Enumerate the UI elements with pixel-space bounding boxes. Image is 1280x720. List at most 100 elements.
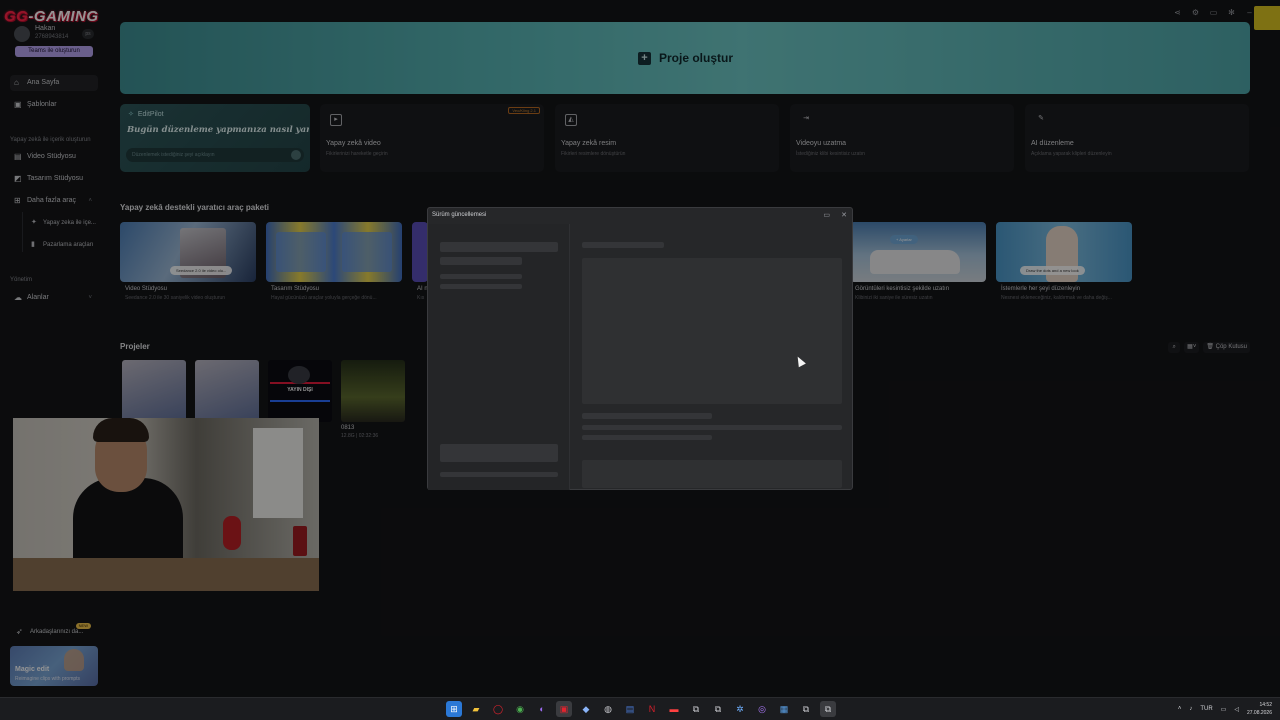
kit-desc: Nesnesi ekleneceğiniz, kaldırmak ve daha… — [1001, 295, 1112, 301]
netflix-icon[interactable]: N — [644, 701, 660, 717]
avatar[interactable] — [14, 26, 30, 42]
editpilot-heading: Bugün düzenleme yapmanıza nasıl yardım — [127, 125, 309, 135]
video-icon: ▸ — [330, 114, 342, 126]
docs-icon[interactable]: ▤ — [622, 701, 638, 717]
opera-icon[interactable]: ◯ — [490, 701, 506, 717]
sidebar-item-label: Şablonlar — [27, 101, 57, 108]
steam-icon[interactable]: ◆ — [578, 701, 594, 717]
chevron-up-icon[interactable]: ˄ — [1178, 706, 1182, 712]
volume-icon[interactable]: ◁ — [1234, 706, 1239, 713]
gear-icon[interactable]: ✻ — [1227, 7, 1236, 19]
share-icon[interactable]: ⋖ — [1173, 7, 1182, 19]
settings-icon[interactable]: ✲ — [732, 701, 748, 717]
tool-card-ai-image[interactable]: ◭ Yapay zekâ resim Fikirleri resimlere d… — [555, 104, 779, 172]
sidebar-item-video-studio[interactable]: ▤ Video Stüdyosu — [10, 149, 98, 165]
kit-card-video-studio[interactable]: Seedance 2.0 ile video olu... Video Stüd… — [120, 222, 256, 308]
trash-button[interactable]: 🗑 Çöp Kutusu — [1203, 341, 1250, 353]
photos-icon[interactable]: ▦ — [776, 701, 792, 717]
desk-art — [13, 558, 319, 591]
search-icon[interactable]: ⌕ — [1168, 341, 1181, 353]
user-profile[interactable]: Hakan 2768943814 ps — [14, 24, 94, 42]
poster-art — [276, 232, 326, 272]
app-icon[interactable]: ▣ — [556, 701, 572, 717]
sidebar-item-spaces[interactable]: ☁ Alanlar ˅ — [10, 290, 98, 306]
capcut-icon[interactable]: ⧉ — [710, 701, 726, 717]
sidebar-item-home[interactable]: ⌂ Ana Sayfa — [10, 75, 98, 91]
maximize-icon[interactable]: ▭ — [823, 211, 830, 219]
network-icon[interactable]: ▭ — [1221, 706, 1227, 713]
user-badge: ps — [82, 29, 94, 39]
tool-card-extend-video[interactable]: ⇥ Videoyu uzatma İstediğiniz klibi kesin… — [790, 104, 1014, 172]
capcut-icon[interactable]: ⧉ — [798, 701, 814, 717]
sidebar-subitem-ai[interactable]: ✦ Yapay zeka ile içe... — [30, 216, 102, 230]
sidebar-item-design-studio[interactable]: ◩ Tasarım Stüdyosu — [10, 171, 98, 187]
tool-card-ai-edit[interactable]: ✎ AI düzenleme Açıklama yaparak klipleri… — [1025, 104, 1249, 172]
tool-card-ai-video[interactable]: ▸ Veo/Kling 2.1 Yapay zekâ video Fikirle… — [320, 104, 544, 172]
model-badge: Veo/Kling 2.1 — [508, 107, 540, 114]
tool-title: Videoyu uzatma — [796, 140, 847, 147]
clock[interactable]: 14:52 27.08.2026 — [1247, 701, 1272, 717]
messenger-icon[interactable]: ◐ — [534, 701, 550, 717]
kit-card-design-studio[interactable]: Tasarım Stüdyosu Hayal gücünüzü araçlar … — [266, 222, 402, 308]
system-tray: ˄ ♪ TUR ▭ ◁ 14:52 27.08.2026 — [1178, 700, 1272, 718]
tool-title: Yapay zekâ video — [326, 140, 381, 147]
project-thumbnail[interactable]: YAYIN DIŞI — [268, 360, 332, 422]
capcut-icon[interactable]: ⧉ — [688, 701, 704, 717]
invite-friends-link[interactable]: ➶ Arkadaşlarınızı da... NEW — [14, 623, 94, 638]
loading-skeleton — [582, 425, 842, 430]
project-thumbnail[interactable] — [195, 360, 259, 422]
marketing-icon: ▮ — [31, 241, 35, 248]
view-toggle-icon[interactable]: ▦˅ — [1184, 341, 1200, 353]
kit-card-ai-partial[interactable]: AI n Kıs — [412, 222, 428, 308]
project-thumbnail[interactable] — [122, 360, 186, 422]
kit-thumbnail — [412, 222, 428, 282]
teams-create-button[interactable]: Teams ile oluşturun — [15, 46, 93, 57]
kit-desc: Hayal gücünüzü araçlar yoluyla gerçeğe d… — [271, 295, 377, 301]
layout-icon[interactable]: ▭ — [1209, 7, 1218, 19]
template-icon: ▣ — [14, 100, 22, 109]
file-explorer-icon[interactable]: ▰ — [468, 701, 484, 717]
chrome-icon[interactable]: ◉ — [512, 701, 528, 717]
sidebar-item-templates[interactable]: ▣ Şablonlar — [10, 97, 98, 113]
new-badge: NEW — [75, 623, 91, 629]
send-icon[interactable] — [291, 150, 301, 160]
sidebar-subitem-marketing[interactable]: ▮ Pazarlama araçları — [30, 238, 102, 252]
brand-prefix: GG — [4, 8, 29, 25]
create-project-button[interactable]: + Proje oluştur — [638, 50, 733, 66]
mic-icon[interactable]: ♪ — [1189, 706, 1192, 712]
minimize-icon[interactable]: – — [1245, 7, 1254, 19]
loading-skeleton — [440, 472, 558, 477]
sidebar-item-more-tools[interactable]: ⊞ Daha fazla araç ˄ — [10, 193, 98, 209]
capcut-icon[interactable]: ⧉ — [820, 701, 836, 717]
loading-skeleton — [440, 274, 522, 279]
car-art — [870, 250, 960, 274]
windows-taskbar: ⊞ ▰ ◯ ◉ ◐ ▣ ◆ ◍ ▤ N ▬ ⧉ ⧉ ✲ ◎ ▦ ⧉ ⧉ ˄ ♪ … — [0, 697, 1280, 720]
project-thumbnail[interactable] — [341, 360, 405, 422]
cup-art — [293, 526, 307, 556]
app-icon[interactable]: ◎ — [754, 701, 770, 717]
media-icon[interactable]: ▬ — [666, 701, 682, 717]
kit-thumbnail: + Ayarlar — [850, 222, 986, 282]
language-indicator[interactable]: TUR — [1200, 706, 1212, 712]
editpilot-card[interactable]: ✧ EditPilot Bugün düzenleme yapmanıza nas… — [120, 104, 310, 172]
design-studio-icon: ◩ — [14, 174, 22, 183]
tool-title: AI düzenleme — [1031, 140, 1074, 147]
close-icon[interactable]: ✕ — [841, 211, 847, 219]
windows-start-icon[interactable]: ⊞ — [446, 701, 462, 717]
headset-art — [288, 366, 310, 384]
editpilot-input[interactable]: Düzenlemek istediğiniz şeyi açıklayın — [126, 148, 304, 162]
magic-edit-card[interactable]: Magic edit Reimagine clips with prompts — [10, 646, 98, 686]
tool-desc: İstediğiniz klibi kesintisiz uzatın — [796, 151, 865, 157]
cloud-icon: ☁ — [14, 293, 22, 302]
kit-desc: Klibinizi iki saniye ile süresiz uzatın — [855, 295, 933, 301]
kit-card-edit-prompts[interactable]: Draw the dots and a new look İstemlerle … — [996, 222, 1132, 308]
create-project-banner[interactable]: + Proje oluştur — [120, 22, 1250, 94]
settings-icon[interactable]: ⚙ — [1191, 7, 1200, 19]
chevron-down-icon: ˅ — [88, 295, 92, 301]
project-label: 0813 — [341, 425, 355, 431]
obs-icon[interactable]: ◍ — [600, 701, 616, 717]
kit-section-title: Yapay zekâ destekli yaratıcı araç paketi — [120, 203, 269, 212]
kit-card-extend-images[interactable]: + Ayarlar Görüntüleri kesintisiz şekilde… — [850, 222, 986, 308]
sidebar-item-label: Video Stüdyosu — [27, 153, 76, 160]
send-icon: ➶ — [16, 627, 23, 636]
